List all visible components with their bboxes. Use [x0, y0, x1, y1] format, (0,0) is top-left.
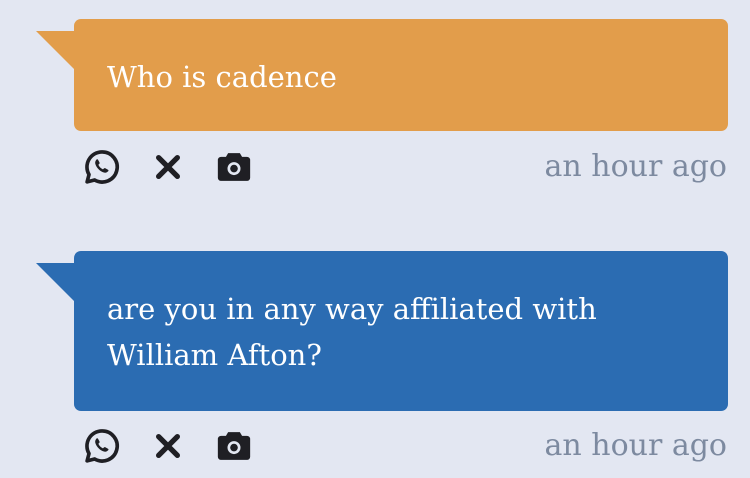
whatsapp-share-button[interactable]: [82, 426, 122, 466]
message-item: are you in any way affiliated with Willi…: [0, 251, 750, 478]
screenshot-button[interactable]: [214, 147, 254, 187]
dismiss-button[interactable]: [148, 426, 188, 466]
message-timestamp: an hour ago: [544, 149, 727, 184]
message-bubble: Who is cadence: [74, 19, 728, 131]
message-actions: [82, 147, 280, 187]
close-icon: [156, 434, 180, 458]
camera-icon: [217, 432, 251, 460]
message-text: Who is cadence: [107, 60, 337, 94]
bubble-tail: [36, 263, 74, 301]
dismiss-button[interactable]: [148, 147, 188, 187]
bubble-tail: [36, 31, 74, 69]
message-actions: [82, 426, 280, 466]
message-bubble: are you in any way affiliated with Willi…: [74, 251, 728, 411]
close-icon: [156, 155, 180, 179]
message-text: are you in any way affiliated with Willi…: [107, 292, 597, 372]
whatsapp-share-button[interactable]: [82, 147, 122, 187]
whatsapp-icon: [85, 429, 119, 463]
message-item: Who is cadence an hour ago: [0, 19, 750, 259]
screenshot-button[interactable]: [214, 426, 254, 466]
camera-icon: [217, 153, 251, 181]
whatsapp-icon: [85, 150, 119, 184]
message-timestamp: an hour ago: [544, 428, 727, 463]
